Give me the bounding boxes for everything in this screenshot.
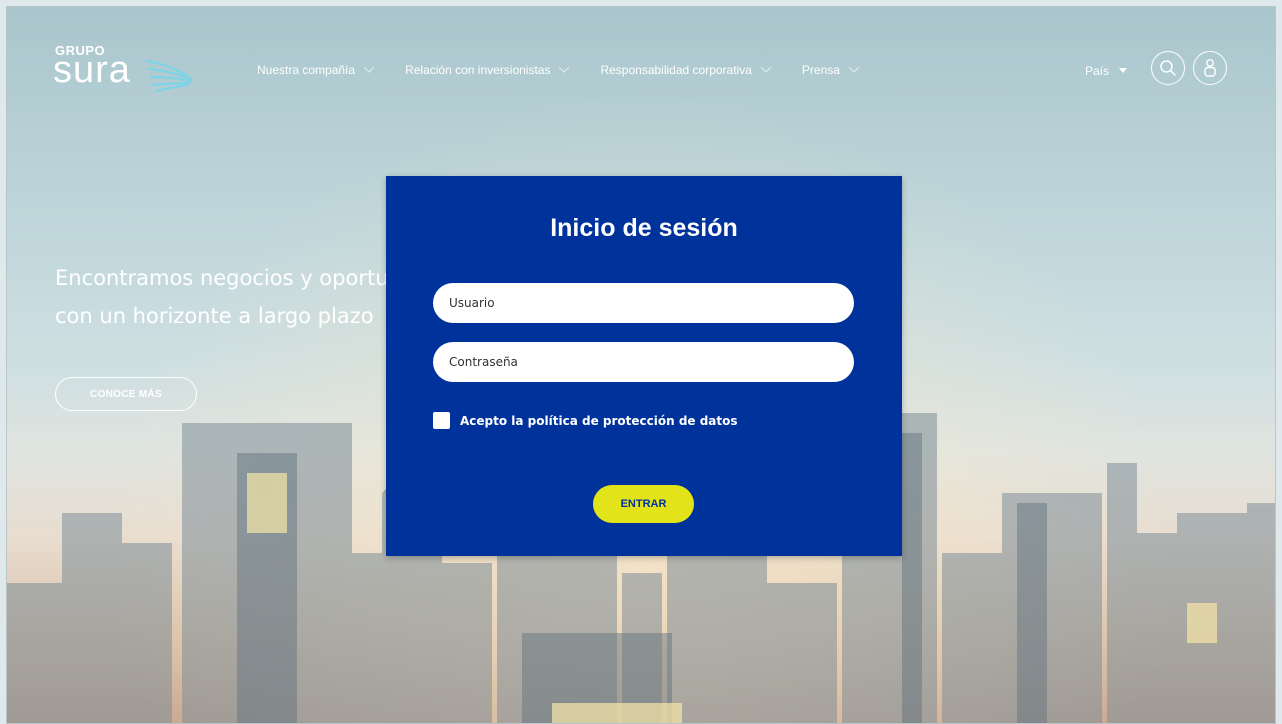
nav-item-nuestra-compania[interactable]: Nuestra compañía (257, 63, 375, 77)
caret-down-icon (1119, 68, 1128, 73)
search-button[interactable] (1151, 51, 1185, 85)
nav-item-prensa[interactable]: Prensa (802, 63, 860, 77)
main-nav: Nuestra compañía Relación con inversioni… (257, 63, 890, 77)
search-icon (1160, 60, 1176, 76)
hero-headline-line1: Encontramos negocios y oportu (55, 266, 389, 290)
data-policy-label: Acepto la política de protección de dato… (460, 413, 738, 428)
logo-sura-text: sura (53, 49, 131, 91)
data-policy-checkbox-row[interactable]: Acepto la política de protección de dato… (433, 412, 738, 429)
chevron-down-icon (848, 66, 860, 73)
sura-logo[interactable]: GRUPO sura (53, 43, 215, 95)
data-policy-checkbox[interactable] (433, 412, 450, 429)
nav-item-responsabilidad-corporativa[interactable]: Responsabilidad corporativa (600, 63, 772, 77)
chevron-down-icon (760, 66, 772, 73)
login-modal: Inicio de sesión Acepto la política de p… (386, 176, 902, 556)
chevron-down-icon (363, 66, 375, 73)
nav-item-label: Prensa (801, 63, 840, 77)
conoce-mas-button[interactable]: CONOCE MÁS (55, 377, 197, 411)
sura-wing-logo (145, 59, 193, 93)
country-selector[interactable]: País (1085, 64, 1128, 78)
username-input[interactable] (433, 283, 854, 323)
hero-headline: Encontramos negocios y oportu con un hor… (55, 259, 389, 335)
nav-item-label: Nuestra compañía (257, 63, 356, 77)
entrar-button[interactable]: ENTRAR (593, 485, 694, 523)
country-label: País (1085, 64, 1110, 78)
nav-item-label: Relación con inversionistas (405, 63, 551, 77)
nav-item-label: Responsabilidad corporativa (600, 63, 752, 77)
password-input[interactable] (433, 342, 854, 382)
hero-headline-line2: con un horizonte a largo plazo (55, 304, 374, 328)
chevron-down-icon (559, 66, 570, 73)
user-button[interactable] (1193, 51, 1227, 85)
login-title: Inicio de sesión (550, 214, 738, 242)
nav-item-relacion-inversionistas[interactable]: Relación con inversionistas (405, 63, 570, 77)
user-icon (1204, 59, 1216, 77)
page-frame: GRUPO sura Nuestra compañía Relación con… (6, 6, 1276, 724)
